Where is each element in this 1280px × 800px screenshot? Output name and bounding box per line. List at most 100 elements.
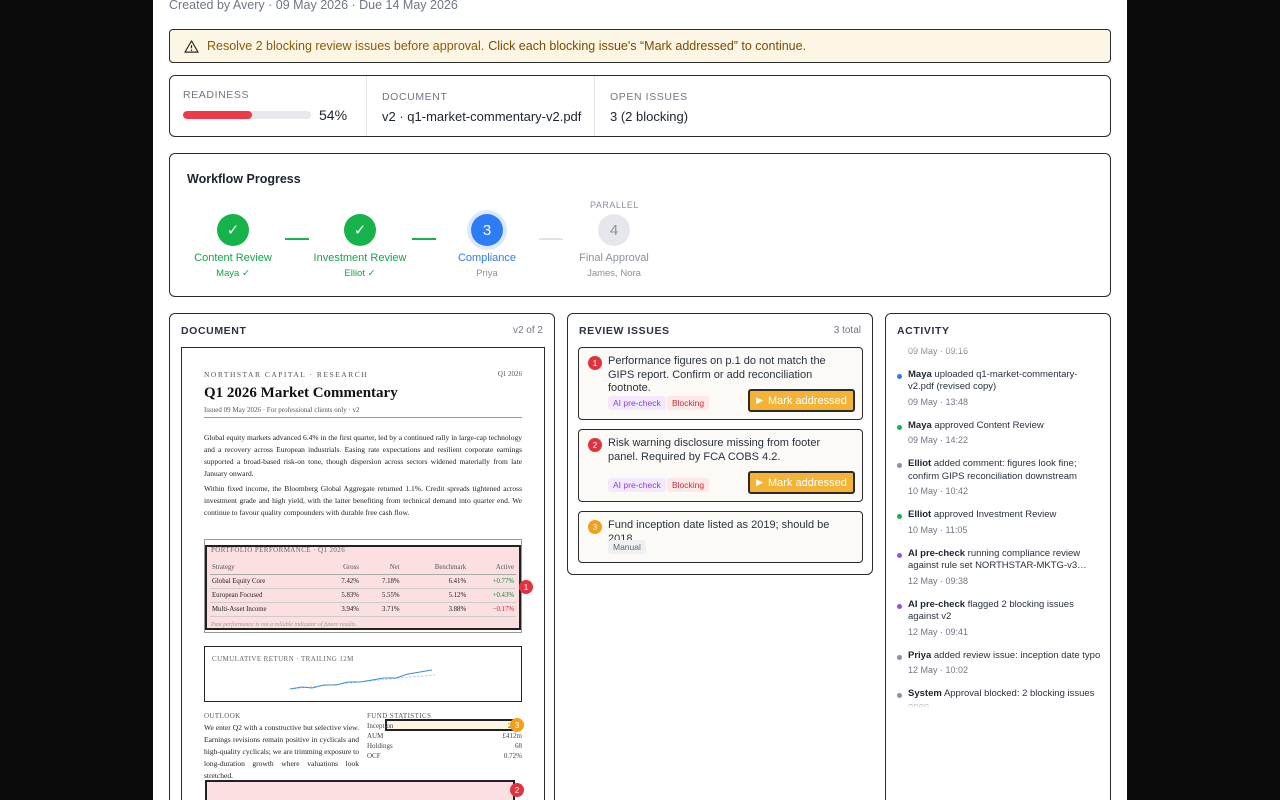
issues-value: 3 (2 blocking) <box>610 109 689 124</box>
perf-col: Gross <box>320 561 361 575</box>
activity-text: Priya added review issue: inception date… <box>908 650 1102 663</box>
summary-stats: READINESS 54% DOCUMENT v2 · q1-market-co… <box>169 75 1111 137</box>
cell: 5.83% <box>320 588 361 603</box>
step-check-icon: ✓ <box>217 214 249 246</box>
step-final-approval[interactable]: 4 Final Approval James, Nora <box>554 214 674 279</box>
perf-col: Active <box>468 561 516 575</box>
readiness-bar-fill <box>183 111 253 119</box>
activity-panel-title: ACTIVITY <box>897 325 950 337</box>
play-icon: ▶ <box>756 395 764 405</box>
activity-dot <box>897 514 902 519</box>
cell: 3.88% <box>401 602 469 617</box>
sparkline <box>290 669 436 690</box>
activity-text: AI pre-check running compliance review a… <box>908 548 1102 573</box>
step-content-review[interactable]: ✓ Content Review Maya ✓ <box>173 214 293 279</box>
activity-action: added comment: figures look fine; confir… <box>908 458 1077 482</box>
issue-text: Risk warning disclosure missing from foo… <box>608 437 821 463</box>
mark-addressed-label: Mark addressed <box>768 394 847 407</box>
cum-title: CUMULATIVE RETURN · TRAILING 12M <box>212 655 354 663</box>
step-assignee: James, Nora <box>587 268 641 279</box>
cell: −0.17% <box>468 602 516 617</box>
fund-row: OCF 0.72% <box>367 752 522 762</box>
issues-stat: OPEN ISSUES 3 (2 blocking) <box>594 76 794 136</box>
tag-blocking: Blocking <box>667 396 710 410</box>
issues-label: OPEN ISSUES <box>610 91 688 103</box>
tag-ai-precheck: AI pre-check <box>608 478 666 492</box>
step-investment-review[interactable]: ✓ Investment Review Elliot ✓ <box>300 214 420 279</box>
activity-item: Maya uploaded q1-market-commentary-v2.pd… <box>896 369 1102 407</box>
activity-actor: AI pre-check <box>908 547 966 559</box>
activity-time: 12 May · 09:41 <box>908 626 969 637</box>
activity-panel: ACTIVITY Avery created approval request0… <box>885 313 1111 800</box>
fund-key: Holdings <box>367 742 393 750</box>
step-assignee: Priya <box>476 268 498 279</box>
step-name: Investment Review <box>313 252 407 264</box>
document-label: DOCUMENT <box>382 91 448 103</box>
doc-paragraph-2: Within fixed income, the Bloomberg Globa… <box>204 484 522 517</box>
doc-issued: Issued 09 May 2026 · For professional cl… <box>204 406 522 418</box>
issue-marker-1[interactable]: 1 <box>519 580 533 594</box>
issue-card-3[interactable]: 3 Fund inception date listed as 2019; sh… <box>578 511 863 563</box>
document-panel-title: DOCUMENT <box>181 325 247 337</box>
mark-addressed-button[interactable]: ▶ Mark addressed <box>748 471 855 494</box>
approval-detail-page: Created by Avery · 09 May 2026 · Due 14 … <box>153 0 1127 800</box>
cell: 3.94% <box>320 602 361 617</box>
activity-time: 10 May · 10:42 <box>908 486 969 496</box>
activity-actor: Elliot <box>908 458 932 469</box>
activity-text: Maya approved Content Review <box>908 420 1102 433</box>
cell: European Focused <box>210 588 321 603</box>
activity-actor: Priya <box>908 649 932 661</box>
activity-action: approved Investment Review <box>933 509 1057 520</box>
tag-blocking: Blocking <box>667 478 710 492</box>
cell: Multi-Asset Income <box>210 602 321 617</box>
step-compliance[interactable]: 3 Compliance Priya <box>427 214 547 279</box>
activity-action: approved Content Review <box>934 419 1044 431</box>
fund-key: Inception <box>367 722 394 730</box>
activity-dot <box>897 552 902 558</box>
doc-paragraph-1: Global equity markets advanced 6.4% in t… <box>204 433 522 478</box>
cumulative-return-chart: CUMULATIVE RETURN · TRAILING 12M <box>204 646 522 702</box>
readiness-bar <box>183 111 311 119</box>
fund-key: OCF <box>367 752 381 760</box>
activity-text: Elliot added comment: figures look fine;… <box>908 458 1102 483</box>
activity-action: added review issue: inception date typo <box>933 649 1101 661</box>
document-version[interactable]: v2 of 2 <box>513 325 543 336</box>
activity-dot <box>897 463 902 468</box>
activity-item: AI pre-check flagged 2 blocking issues a… <box>896 599 1102 637</box>
readiness-label: READINESS <box>183 89 250 101</box>
activity-time: 09 May · 13:48 <box>908 396 969 407</box>
activity-action: uploaded q1-market-commentary-v2.pdf (re… <box>908 368 1078 393</box>
step-number: 4 <box>598 214 630 246</box>
readiness-value: 54% <box>319 107 348 123</box>
review-panel-title: REVIEW ISSUES <box>579 325 670 337</box>
tag-ai-precheck: AI pre-check <box>608 396 666 410</box>
activity-actor: Elliot <box>908 509 932 520</box>
issue-marker-3[interactable]: 3 <box>510 718 524 732</box>
blocking-alert: Resolve 2 blocking review issues before … <box>169 29 1111 63</box>
cell: 6.41% <box>401 574 469 589</box>
cell: 3.71% <box>360 602 402 617</box>
doc-brand: NORTHSTAR CAPITAL · RESEARCH <box>204 370 369 379</box>
outlook-heading: OUTLOOK <box>204 712 241 720</box>
activity-feed[interactable]: Avery created approval request09 May · 0… <box>896 340 1102 708</box>
readiness-stat: READINESS 54% <box>183 89 353 123</box>
issue-2-highlight[interactable] <box>205 780 515 800</box>
document-preview[interactable]: NORTHSTAR CAPITAL · RESEARCH Q1 2026 Q1 … <box>181 347 545 800</box>
workflow-title: Workflow Progress <box>187 172 301 186</box>
warning-icon <box>184 39 199 53</box>
activity-item: AI pre-check running compliance review a… <box>896 548 1102 586</box>
mark-addressed-button[interactable]: ▶ Mark addressed <box>748 389 855 412</box>
activity-dot <box>897 373 902 379</box>
issue-card-1[interactable]: 1 Performance figures on p.1 do not matc… <box>578 347 863 420</box>
step-check-icon: ✓ <box>344 214 376 246</box>
doc-quarter: Q1 2026 <box>497 370 522 378</box>
activity-dot <box>897 424 902 430</box>
document-stat: DOCUMENT v2 · q1-market-commentary-v2.pd… <box>366 76 596 136</box>
issue-marker-2[interactable]: 2 <box>510 783 524 797</box>
perf-col: Net <box>360 561 402 575</box>
doc-title: Q1 2026 Market Commentary <box>204 385 398 401</box>
step-name: Compliance <box>457 252 517 264</box>
issue-card-2[interactable]: 2 Risk warning disclosure missing from f… <box>578 429 863 502</box>
table-row: Multi-Asset Income 3.94% 3.71% 3.88% −0.17% <box>210 602 516 617</box>
cell: +0.43% <box>468 588 516 603</box>
